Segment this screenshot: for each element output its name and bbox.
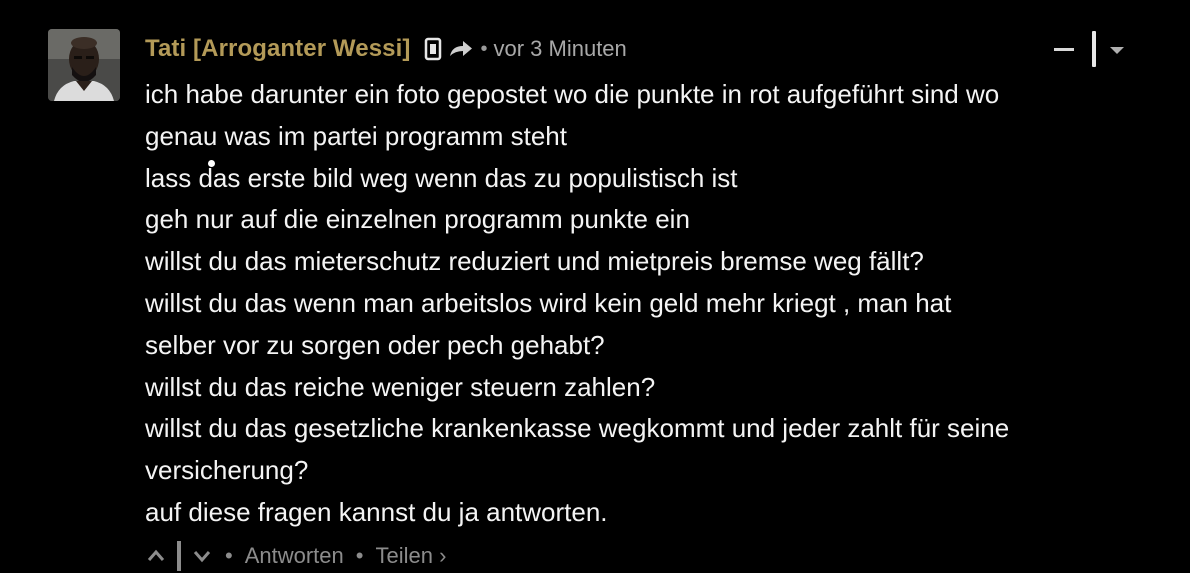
comment-line: willst du das gesetzliche krankenkasse w… <box>145 413 1010 444</box>
comment-line: selber vor zu sorgen oder pech gehabt? <box>145 329 605 360</box>
avatar[interactable] <box>48 29 120 101</box>
footer-separator: • <box>355 543 364 568</box>
comment-line: versicherung? <box>145 455 309 486</box>
share-link[interactable]: Teilen › <box>375 543 446 569</box>
comment-line: auf diese fragen kannst du ja antworten. <box>145 496 608 527</box>
reply-arrow-icon[interactable] <box>448 38 474 60</box>
avatar-image <box>48 29 120 101</box>
timestamp[interactable]: vor 3 Minuten <box>493 36 626 62</box>
vote-divider <box>177 541 181 571</box>
comment-line: willst du das reiche weniger steuern zah… <box>145 371 656 402</box>
header-separator: • <box>480 37 488 60</box>
comment-line: geh nur auf die einzelnen programm punkt… <box>145 204 690 235</box>
collapse-icon[interactable] <box>1052 37 1076 61</box>
comment-line: willst du das mieterschutz reduziert und… <box>145 246 924 277</box>
comment-line: willst du das wenn man arbeitslos wird k… <box>145 287 952 318</box>
controls-divider <box>1092 31 1096 67</box>
comment-line: genau was im partei programm steht <box>145 120 567 151</box>
comment-line: lass das erste bild weg wenn das zu popu… <box>145 162 738 193</box>
menu-caret-icon[interactable] <box>1108 43 1126 55</box>
comment-line: ich habe darunter ein foto gepostet wo d… <box>145 79 1000 109</box>
comment-controls <box>1052 30 1126 68</box>
upvote-icon[interactable] <box>145 545 167 567</box>
author-name[interactable]: Tati [Arroganter Wessi] <box>145 35 410 63</box>
badge-icon[interactable] <box>424 37 442 61</box>
reply-link[interactable]: Antworten <box>245 543 344 569</box>
footer-separator: • <box>225 543 233 568</box>
downvote-icon[interactable] <box>191 545 213 567</box>
comment-footer: • Antworten • Teilen › <box>145 540 446 572</box>
comment: Tati [Arroganter Wessi] • vor 3 Minuten <box>0 0 1190 571</box>
comment-header: Tati [Arroganter Wessi] • vor 3 Minuten <box>145 33 627 65</box>
cursor-dot <box>208 160 215 167</box>
comment-body: ich habe darunter ein foto gepostet wo d… <box>145 74 1165 534</box>
